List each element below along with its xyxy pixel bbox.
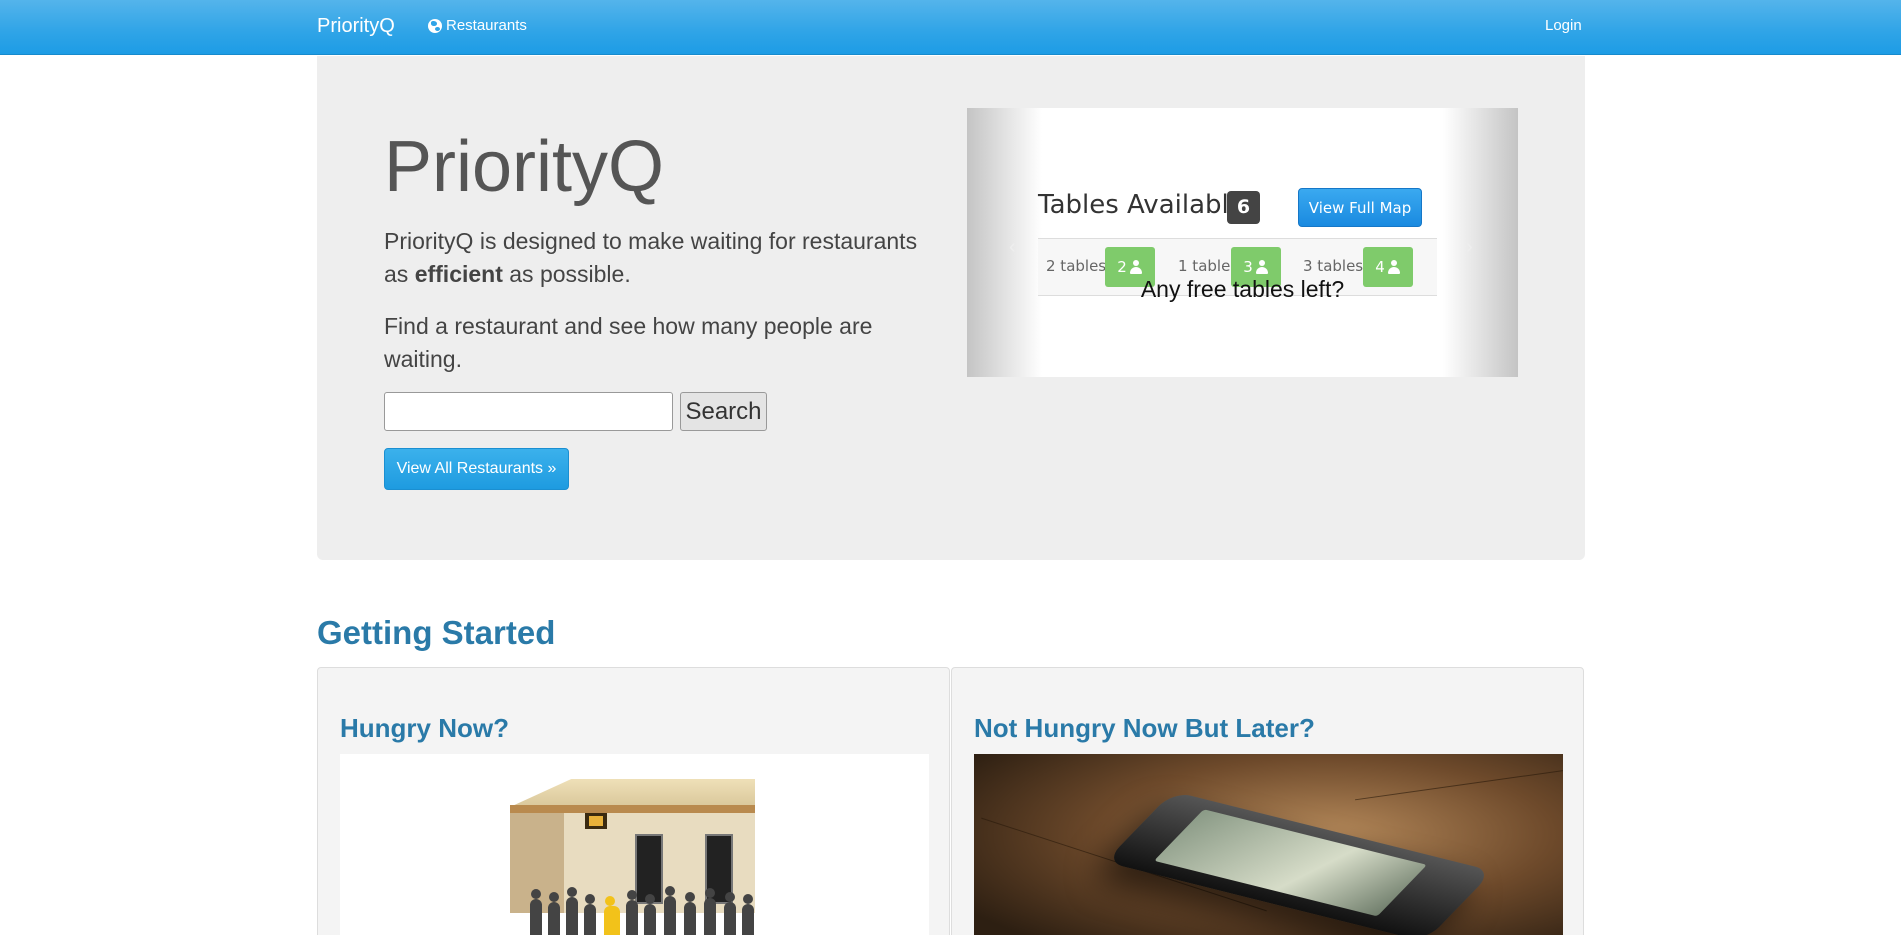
hero-tagline: PriorityQ is designed to make waiting fo…	[384, 225, 944, 291]
view-full-map-button[interactable]: View Full Map	[1298, 188, 1422, 227]
tables-available-heading: Tables Available	[1038, 190, 1245, 220]
view-all-restaurants-button[interactable]: View All Restaurants »	[384, 448, 569, 490]
chevron-left-icon[interactable]: ‹	[1009, 236, 1016, 259]
table-size-number: 2	[1117, 258, 1127, 276]
chevron-right-icon[interactable]: ›	[1466, 236, 1473, 259]
globe-icon	[428, 18, 442, 33]
nav-restaurants-link[interactable]: Restaurants	[428, 17, 527, 34]
table-count-label: 1 table	[1178, 257, 1231, 275]
people-queue-graphic	[520, 859, 760, 935]
panel-title: Hungry Now?	[340, 713, 509, 743]
carousel: ‹ › Tables Available 6 View Full Map 2 t…	[967, 108, 1518, 377]
hero-find-text: Find a restaurant and see how many peopl…	[384, 313, 873, 372]
table-count-label: 2 tables	[1046, 257, 1107, 275]
carousel-prev-control[interactable]	[967, 108, 1042, 377]
search-button[interactable]: Search	[680, 392, 767, 431]
table-size-number: 3	[1243, 258, 1253, 276]
brand-link[interactable]: PriorityQ	[317, 15, 395, 38]
person-icon	[1387, 260, 1401, 274]
login-link[interactable]: Login	[1545, 17, 1582, 34]
nav-restaurants-label: Restaurants	[446, 17, 527, 34]
smartphone-graphic	[1104, 791, 1494, 935]
table-count-label: 3 tables	[1303, 257, 1364, 275]
carousel-caption: Any free tables left?	[1140, 276, 1345, 302]
person-icon	[1129, 260, 1143, 274]
restaurant-queue-image	[340, 754, 929, 935]
hungry-now-panel: Hungry Now?	[317, 667, 950, 935]
carousel-next-control[interactable]	[1443, 108, 1518, 377]
search-input[interactable]	[384, 392, 673, 431]
person-icon	[1255, 260, 1269, 274]
hero-title: PriorityQ	[384, 127, 665, 207]
tagline-text-end: as possible.	[502, 261, 631, 287]
table-size-number: 4	[1375, 258, 1385, 276]
smartphone-image	[974, 754, 1563, 935]
getting-started-heading: Getting Started	[317, 614, 556, 651]
available-count-badge: 6	[1227, 191, 1260, 224]
tagline-bold-word: efficient	[414, 261, 503, 287]
not-hungry-later-panel: Not Hungry Now But Later?	[951, 667, 1584, 935]
panel-title: Not Hungry Now But Later?	[974, 713, 1315, 743]
hero-jumbotron: PriorityQ PriorityQ is designed to make …	[317, 56, 1585, 560]
navbar: PriorityQ Restaurants Login	[0, 0, 1901, 55]
